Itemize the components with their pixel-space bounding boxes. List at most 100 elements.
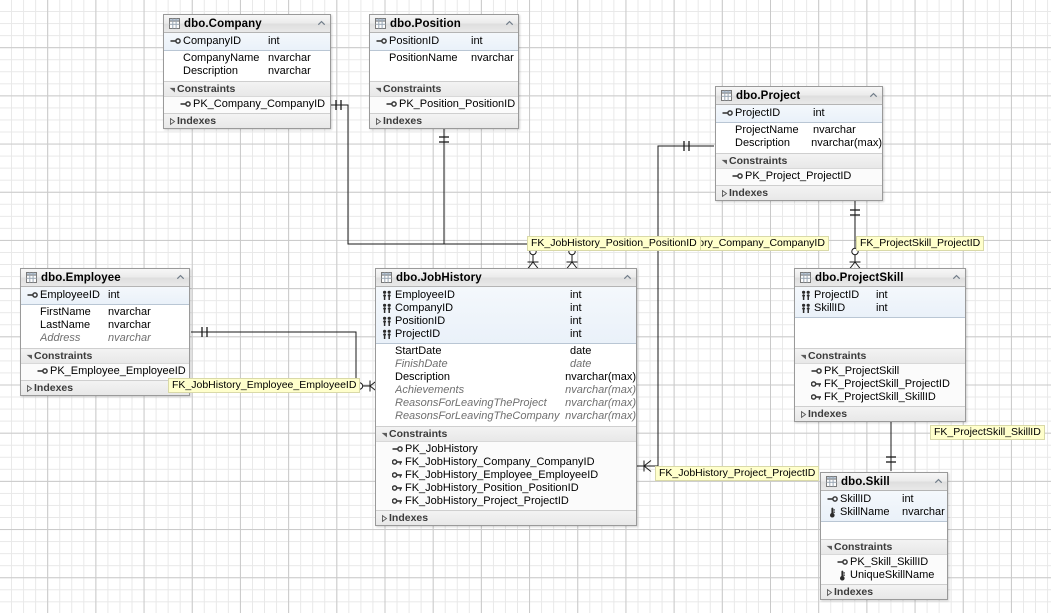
triangle-down-icon[interactable]: [799, 351, 808, 362]
table-company[interactable]: dbo.Company CompanyIDint CompanyNamenvarch…: [163, 14, 331, 129]
triangle-right-icon[interactable]: [720, 188, 729, 199]
constraint-row[interactable]: PK_Project_ProjectID: [716, 170, 882, 183]
triangle-down-icon[interactable]: [25, 351, 34, 362]
column-row[interactable]: [821, 523, 947, 536]
constraints-section-header[interactable]: Constraints: [376, 426, 636, 442]
column-row[interactable]: ReasonsForLeavingTheProjectnvarchar(max): [376, 397, 636, 410]
indexes-section-header[interactable]: Indexes: [795, 406, 965, 421]
table-jobhistory[interactable]: dbo.JobHistoryEmployeeIDintCompanyIDintP…: [375, 268, 637, 526]
constraint-row[interactable]: FK_JobHistory_Company_CompanyID: [376, 456, 636, 469]
constraints-section-header[interactable]: Constraints: [21, 348, 189, 364]
constraint-row[interactable]: FK_JobHistory_Project_ProjectID: [376, 495, 636, 508]
key-column-row[interactable]: ProjectIDint: [376, 328, 636, 341]
column-row[interactable]: ProjectNamenvarchar: [716, 124, 882, 137]
constraints-section-header[interactable]: Constraints: [795, 348, 965, 364]
collapse-chevron-up-icon[interactable]: [623, 273, 632, 282]
table-projectskill[interactable]: dbo.ProjectSkill ProjectIDintSkillIDint Co…: [794, 268, 966, 422]
constraint-row[interactable]: PK_Position_PositionID: [370, 98, 518, 111]
triangle-right-icon[interactable]: [825, 587, 834, 598]
table-header-skill[interactable]: dbo.Skill: [821, 473, 947, 491]
key-column-row[interactable]: CompanyIDint: [376, 302, 636, 315]
triangle-down-icon[interactable]: [380, 429, 389, 440]
key-column-row[interactable]: ProjectIDint: [795, 289, 965, 302]
key-column-row[interactable]: EmployeeIDint: [376, 289, 636, 302]
column-row[interactable]: FinishDatedate: [376, 358, 636, 371]
triangle-right-icon[interactable]: [374, 116, 383, 127]
column-row[interactable]: Achievementsnvarchar(max): [376, 384, 636, 397]
indexes-section-header[interactable]: Indexes: [164, 113, 330, 128]
constraint-row[interactable]: FK_JobHistory_Position_PositionID: [376, 482, 636, 495]
collapse-chevron-up-icon[interactable]: [505, 19, 514, 28]
column-row[interactable]: CompanyNamenvarchar: [164, 52, 330, 65]
column-row[interactable]: Descriptionnvarchar(max): [376, 371, 636, 384]
table-header-company[interactable]: dbo.Company: [164, 15, 330, 33]
indexes-section-header[interactable]: Indexes: [21, 380, 189, 395]
column-row[interactable]: [795, 319, 965, 332]
table-position[interactable]: dbo.Position PositionIDint PositionNamenva…: [369, 14, 519, 129]
table-header-jobhistory[interactable]: dbo.JobHistory: [376, 269, 636, 287]
column-row[interactable]: Addressnvarchar: [21, 332, 189, 345]
constraints-section-header[interactable]: Constraints: [716, 153, 882, 169]
column-row[interactable]: [370, 65, 518, 78]
table-header-employee[interactable]: dbo.Employee: [21, 269, 189, 287]
table-header-project[interactable]: dbo.Project: [716, 87, 882, 105]
column-row[interactable]: Descriptionnvarchar(max): [716, 137, 882, 150]
diagram-canvas[interactable]: dbo.Company CompanyIDint CompanyNamenvarch…: [0, 0, 1051, 613]
constraint-row[interactable]: PK_JobHistory: [376, 443, 636, 456]
key-column-row[interactable]: PositionIDint: [376, 315, 636, 328]
table-project[interactable]: dbo.Project ProjectIDint ProjectNamenvarch…: [715, 86, 883, 201]
key-column-row[interactable]: PositionIDint: [370, 35, 518, 48]
key-column-row[interactable]: SkillNamenvarchar: [821, 506, 947, 519]
triangle-down-icon[interactable]: [825, 542, 834, 553]
column-row[interactable]: Descriptionnvarchar: [164, 65, 330, 78]
triangle-right-icon[interactable]: [168, 116, 177, 127]
constraints-section-header[interactable]: Constraints: [821, 539, 947, 555]
collapse-chevron-up-icon[interactable]: [934, 477, 943, 486]
relationship-label-fk_ps_project[interactable]: FK_ProjectSkill_ProjectID: [856, 236, 984, 251]
constraint-row[interactable]: PK_ProjectSkill: [795, 365, 965, 378]
key-column-row[interactable]: CompanyIDint: [164, 35, 330, 48]
column-row[interactable]: LastNamenvarchar: [21, 319, 189, 332]
relationship-label-fk_jh_employee[interactable]: FK_JobHistory_Employee_EmployeeID: [168, 378, 360, 393]
column-row[interactable]: StartDatedate: [376, 345, 636, 358]
constraint-row[interactable]: FK_JobHistory_Employee_EmployeeID: [376, 469, 636, 482]
table-skill[interactable]: dbo.Skill SkillIDintSkillNamenvarchar Cons…: [820, 472, 948, 600]
constraint-row[interactable]: PK_Company_CompanyID: [164, 98, 330, 111]
column-row[interactable]: PositionNamenvarchar: [370, 52, 518, 65]
collapse-chevron-up-icon[interactable]: [317, 19, 326, 28]
key-column-row[interactable]: SkillIDint: [821, 493, 947, 506]
indexes-section-header[interactable]: Indexes: [821, 584, 947, 599]
column-type: int: [876, 302, 888, 315]
column-row[interactable]: FirstNamenvarchar: [21, 306, 189, 319]
collapse-chevron-up-icon[interactable]: [869, 91, 878, 100]
triangle-right-icon[interactable]: [799, 409, 808, 420]
relationship-label-fk_jh_project[interactable]: FK_JobHistory_Project_ProjectID: [655, 466, 819, 481]
collapse-chevron-up-icon[interactable]: [952, 273, 961, 282]
triangle-down-icon[interactable]: [374, 84, 383, 95]
constraints-section-header[interactable]: Constraints: [164, 81, 330, 97]
triangle-right-icon[interactable]: [25, 383, 34, 394]
table-employee[interactable]: dbo.Employee EmployeeIDint FirstNamenvarch…: [20, 268, 190, 396]
collapse-chevron-up-icon[interactable]: [176, 273, 185, 282]
constraint-row[interactable]: PK_Employee_EmployeeID: [21, 365, 189, 378]
constraint-row[interactable]: FK_ProjectSkill_SkillID: [795, 391, 965, 404]
column-row[interactable]: [795, 332, 965, 345]
constraints-section-header[interactable]: Constraints: [370, 81, 518, 97]
indexes-section-header[interactable]: Indexes: [376, 510, 636, 525]
triangle-down-icon[interactable]: [168, 84, 177, 95]
indexes-section-header[interactable]: Indexes: [370, 113, 518, 128]
key-column-row[interactable]: EmployeeIDint: [21, 289, 189, 302]
relationship-label-fk_jh_position[interactable]: FK_JobHistory_Position_PositionID: [527, 236, 701, 251]
column-row[interactable]: ReasonsForLeavingTheCompanynvarchar(max): [376, 410, 636, 423]
indexes-section-header[interactable]: Indexes: [716, 185, 882, 200]
table-header-position[interactable]: dbo.Position: [370, 15, 518, 33]
table-header-projectskill[interactable]: dbo.ProjectSkill: [795, 269, 965, 287]
constraint-row[interactable]: FK_ProjectSkill_ProjectID: [795, 378, 965, 391]
triangle-right-icon[interactable]: [380, 513, 389, 524]
key-column-row[interactable]: ProjectIDint: [716, 107, 882, 120]
key-column-row[interactable]: SkillIDint: [795, 302, 965, 315]
constraint-row[interactable]: UniqueSkillName: [821, 569, 947, 582]
constraint-row[interactable]: PK_Skill_SkillID: [821, 556, 947, 569]
triangle-down-icon[interactable]: [720, 156, 729, 167]
relationship-label-fk_ps_skill[interactable]: FK_ProjectSkill_SkillID: [930, 425, 1045, 440]
